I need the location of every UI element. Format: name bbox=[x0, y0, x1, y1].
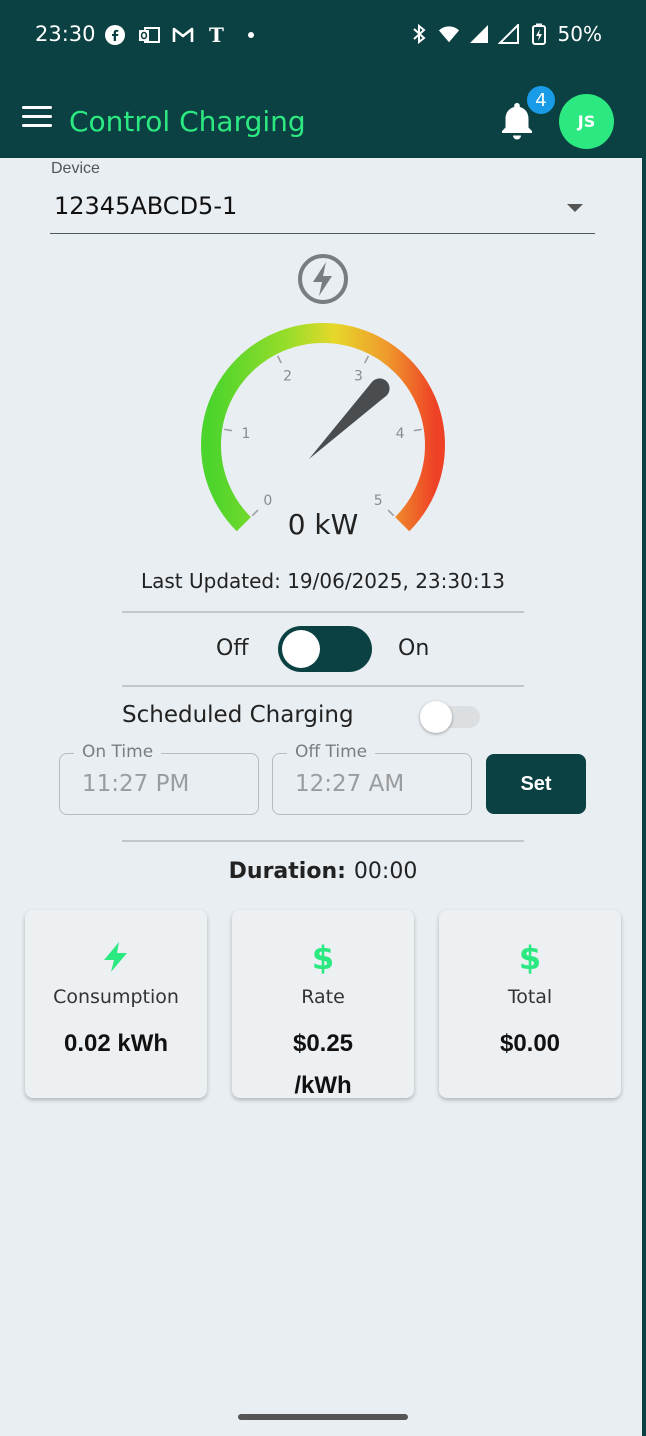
signal-icon bbox=[497, 23, 520, 45]
status-time: 23:30 bbox=[35, 22, 96, 46]
bolt-circle-icon bbox=[298, 254, 348, 304]
home-indicator[interactable] bbox=[238, 1414, 408, 1420]
status-notification-icons: T bbox=[104, 24, 262, 46]
divider bbox=[122, 685, 524, 687]
bluetooth-icon bbox=[408, 23, 430, 45]
gauge-tick-label: 1 bbox=[241, 426, 250, 442]
svg-text:$: $ bbox=[519, 940, 541, 974]
power-readout: 0 kW bbox=[287, 508, 359, 541]
consumption-value: 0.02 kWh bbox=[63, 1030, 169, 1057]
chevron-down-icon bbox=[567, 204, 583, 212]
svg-text:$: $ bbox=[312, 940, 334, 974]
total-card: $ Total $0.00 bbox=[439, 910, 621, 1098]
status-system-icons: 50% bbox=[408, 22, 602, 46]
hamburger-icon-line bbox=[22, 124, 52, 127]
total-label: Total bbox=[507, 986, 553, 1008]
consumption-label: Consumption bbox=[53, 986, 179, 1008]
gauge-ticks bbox=[224, 355, 422, 517]
hamburger-icon-line bbox=[22, 115, 52, 118]
dollar-icon: $ bbox=[232, 940, 414, 974]
avatar[interactable]: JS bbox=[559, 94, 614, 149]
page-title: Control Charging bbox=[69, 105, 306, 138]
gauge-tick-label: 5 bbox=[374, 493, 383, 509]
window-edge bbox=[642, 158, 646, 1436]
gauge-tick bbox=[413, 428, 422, 432]
off-time-field[interactable]: Off Time 12:27 AM bbox=[272, 742, 472, 815]
toggle-knob bbox=[420, 701, 452, 733]
nytimes-icon: T bbox=[206, 24, 228, 46]
dot-icon bbox=[240, 24, 262, 46]
device-select[interactable]: 12345ABCD5-1 bbox=[50, 182, 595, 234]
gauge-tick bbox=[224, 428, 233, 432]
gauge-tick bbox=[276, 355, 282, 364]
device-select-value: 12345ABCD5-1 bbox=[54, 192, 238, 220]
app-bar: Control Charging bbox=[0, 72, 646, 158]
scheduled-charging-toggle[interactable] bbox=[420, 701, 480, 733]
on-time-value: 11:27 PM bbox=[82, 771, 190, 797]
menu-button[interactable] bbox=[22, 106, 52, 130]
device-label: Device bbox=[51, 160, 100, 177]
gauge-tick-label: 2 bbox=[283, 369, 292, 385]
divider bbox=[122, 611, 524, 613]
total-value: $0.00 bbox=[499, 1030, 561, 1057]
switch-off-label: Off bbox=[216, 636, 249, 661]
duration-value: 00:00 bbox=[353, 859, 418, 884]
toggle-knob bbox=[282, 630, 320, 668]
divider bbox=[122, 840, 524, 842]
gauge-tick bbox=[364, 355, 370, 364]
svg-text:T: T bbox=[209, 24, 224, 46]
on-time-label: On Time bbox=[74, 742, 162, 762]
charging-toggle[interactable] bbox=[278, 626, 372, 672]
hamburger-icon bbox=[22, 106, 52, 109]
rate-value: $0.25 /kWh bbox=[292, 1030, 354, 1099]
outlook-icon bbox=[138, 24, 160, 46]
status-bar: 23:30 T 50% bbox=[0, 0, 646, 72]
notification-badge: 4 bbox=[525, 84, 557, 116]
rate-card: $ Rate $0.25 /kWh bbox=[232, 910, 414, 1099]
charging-status-icon bbox=[296, 252, 350, 306]
signal-icon bbox=[468, 23, 490, 45]
off-time-label: Off Time bbox=[287, 742, 376, 762]
gauge-tick-label: 4 bbox=[396, 426, 405, 442]
battery-percentage: 50% bbox=[557, 22, 602, 46]
duration-row: Duration: 00:00 bbox=[0, 859, 646, 884]
wifi-icon bbox=[438, 23, 460, 45]
gauge-needle bbox=[308, 378, 390, 460]
scheduled-charging-label: Scheduled Charging bbox=[122, 702, 354, 728]
bolt-icon bbox=[25, 940, 207, 974]
gmail-icon bbox=[172, 24, 194, 46]
off-time-value: 12:27 AM bbox=[295, 771, 405, 797]
switch-on-label: On bbox=[398, 636, 430, 661]
gauge-tick-label: 3 bbox=[354, 369, 363, 385]
set-schedule-button[interactable]: Set bbox=[486, 754, 586, 814]
gauge-tick-label: 0 bbox=[263, 493, 272, 509]
battery-icon bbox=[528, 23, 550, 45]
facebook-icon bbox=[104, 24, 126, 46]
gauge-needle-hub bbox=[369, 378, 390, 399]
dollar-icon: $ bbox=[439, 940, 621, 974]
consumption-card: Consumption 0.02 kWh bbox=[25, 910, 207, 1098]
duration-label: Duration: bbox=[228, 859, 346, 884]
on-time-field[interactable]: On Time 11:27 PM bbox=[59, 742, 259, 815]
rate-label: Rate bbox=[301, 986, 345, 1008]
last-updated-text: Last Updated: 19/06/2025, 23:30:13 bbox=[140, 569, 506, 593]
